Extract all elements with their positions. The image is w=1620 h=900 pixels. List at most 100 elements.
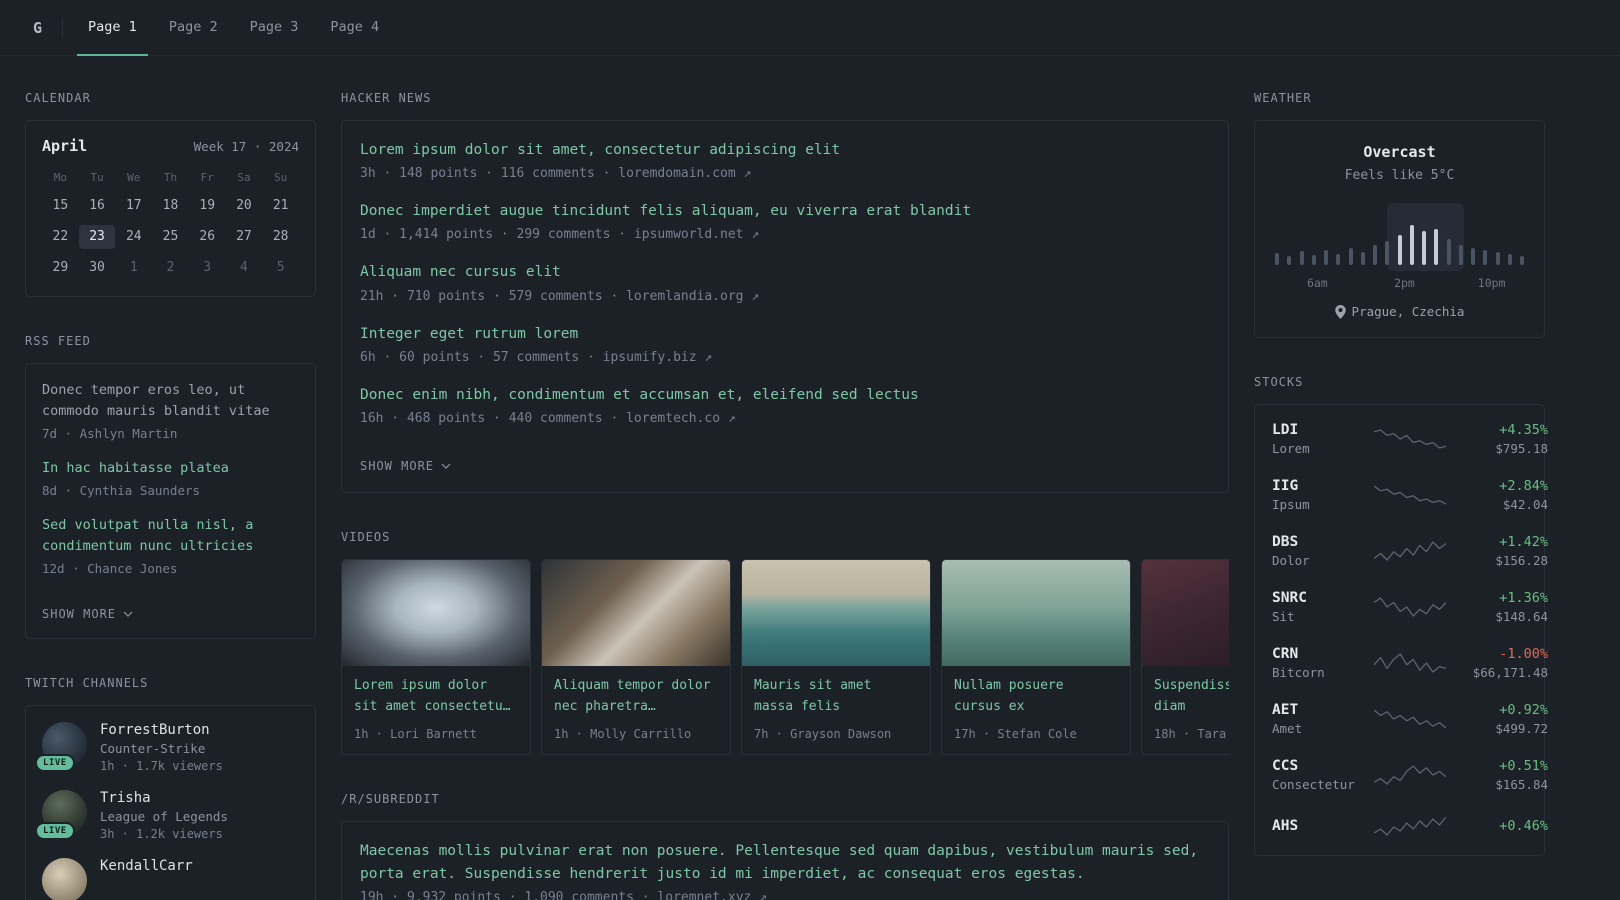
stock-row[interactable]: CRN Bitcorn -1.00% $66,171.48 bbox=[1255, 635, 1548, 691]
channel-game: Counter-Strike bbox=[100, 740, 206, 756]
video-title[interactable]: Lorem ipsum dolor sit amet consectetu… bbox=[354, 676, 518, 718]
video-title[interactable]: Suspendisse diam bbox=[1154, 676, 1229, 718]
calendar-day: 22 bbox=[52, 229, 69, 244]
hn-item-title[interactable]: Donec enim nibh, condimentum et accumsan… bbox=[360, 384, 1210, 407]
stock-identity: CRN Bitcorn bbox=[1272, 646, 1364, 680]
calendar-week-year: Week 17 · 2024 bbox=[193, 139, 299, 154]
twitch-section-title: TWITCH CHANNELS bbox=[25, 675, 149, 690]
rss-item-title[interactable]: Sed volutpat nulla nisl, a condimentum n… bbox=[42, 515, 299, 557]
twitch-channel-row[interactable]: KendallCarr bbox=[42, 857, 299, 900]
calendar-day: 3 bbox=[203, 260, 212, 275]
stock-price: $42.04 bbox=[1502, 497, 1548, 512]
rss-section: RSS FEED Donec tempor eros leo, ut commo… bbox=[25, 334, 316, 639]
subreddit-post: Maecenas mollis pulvinar erat non posuer… bbox=[360, 840, 1210, 900]
stock-row[interactable]: AHS +0.46% bbox=[1255, 803, 1548, 849]
twitch-channel-row[interactable]: LIVE Trisha League of Legends 3h · 1.2k … bbox=[35, 789, 299, 841]
stock-row[interactable]: LDI Lorem +4.35% $795.18 bbox=[1255, 411, 1548, 467]
hn-item-title[interactable]: Donec imperdiet augue tincidunt felis al… bbox=[360, 200, 1210, 223]
page-tab[interactable]: Page 4 bbox=[319, 0, 390, 56]
stocks-widget: LDI Lorem +4.35% $795.18 IIG Ipsum +2.84… bbox=[1254, 404, 1548, 856]
calendar-day-headers: Mo Tu We Th Fr Sa Su bbox=[42, 171, 299, 184]
stock-row[interactable]: DBS Dolor +1.42% $156.28 bbox=[1255, 523, 1548, 579]
stocks-section: STOCKS LDI Lorem +4.35% $795.18 IIG Ipsu… bbox=[1254, 375, 1548, 856]
video-thumbnail[interactable] bbox=[742, 559, 930, 666]
hn-item-source-link[interactable]: loremtech.co ↗ bbox=[626, 411, 736, 426]
video-thumbnail[interactable] bbox=[342, 559, 530, 666]
calendar-day: 28 bbox=[272, 229, 289, 244]
hn-show-more-button[interactable]: SHOW MORE bbox=[360, 459, 451, 473]
weather-bar bbox=[1409, 225, 1414, 265]
subreddit-post-source-link[interactable]: loremnet.xyz ↗ bbox=[657, 890, 767, 900]
avatar-wrap: LIVE bbox=[35, 721, 87, 772]
calendar-day: 20 bbox=[236, 198, 252, 213]
hn-item-stats: 3h · 148 points · 116 comments · bbox=[360, 166, 611, 182]
rss-item: In hac habitasse platea 8d · Cynthia Sau… bbox=[42, 458, 299, 498]
rss-item-title[interactable]: Donec tempor eros leo, ut commodo mauris… bbox=[42, 380, 299, 422]
weather-time-label: 10pm bbox=[1477, 276, 1506, 290]
subreddit-post-meta: 19h · 9,932 points · 1,090 comments · lo… bbox=[360, 890, 1210, 900]
stock-row[interactable]: AET Amet +0.92% $499.72 bbox=[1255, 691, 1548, 747]
right-column: WEATHER Overcast Feels like 5°C 9° bbox=[1254, 91, 1548, 893]
stock-values: +0.92% $499.72 bbox=[1456, 702, 1548, 736]
page-tab[interactable]: Page 2 bbox=[158, 0, 229, 56]
weather-bar bbox=[1495, 252, 1500, 265]
page-tab[interactable]: Page 3 bbox=[239, 0, 310, 56]
rss-section-title: RSS FEED bbox=[25, 334, 91, 348]
stock-ticker: AET bbox=[1272, 702, 1299, 718]
app-logo: G bbox=[33, 18, 43, 37]
show-more-label: SHOW MORE bbox=[360, 458, 435, 473]
stock-row[interactable]: CCS Consectetur +0.51% $165.84 bbox=[1255, 747, 1548, 803]
page-tab[interactable]: Page 1 bbox=[77, 0, 148, 56]
weather-bar bbox=[1422, 231, 1426, 265]
chevron-down-icon bbox=[441, 463, 451, 469]
stock-sparkline bbox=[1374, 816, 1446, 836]
channel-name: Trisha bbox=[100, 789, 151, 806]
channel-viewers: 1h · 1.7k viewers bbox=[100, 758, 223, 773]
hn-item: Lorem ipsum dolor sit amet, consectetur … bbox=[360, 139, 1210, 181]
rss-show-more-button[interactable]: SHOW MORE bbox=[42, 607, 133, 621]
rss-item-title[interactable]: In hac habitasse platea bbox=[42, 458, 299, 479]
chevron-down-icon bbox=[123, 611, 133, 617]
stock-ticker: DBS bbox=[1272, 534, 1299, 550]
hn-item: Aliquam nec cursus elit 21h · 710 points… bbox=[360, 261, 1210, 303]
stock-row[interactable]: SNRC Sit +1.36% $148.64 bbox=[1255, 579, 1548, 635]
video-thumbnail[interactable] bbox=[942, 559, 1130, 666]
hn-item-title[interactable]: Lorem ipsum dolor sit amet, consectetur … bbox=[360, 139, 1210, 162]
video-meta: 1h · Lori Barnett bbox=[354, 726, 477, 741]
left-column: CALENDAR April Week 17 · 2024 Mo Tu We T… bbox=[25, 91, 316, 900]
hn-item-title[interactable]: Integer eget rutrum lorem bbox=[360, 323, 1210, 346]
calendar-day-header: Th bbox=[163, 171, 178, 184]
rss-item-meta: 7d · Ashlyn Martin bbox=[42, 425, 178, 441]
weather-bar bbox=[1287, 256, 1292, 265]
calendar-day: 25 bbox=[162, 229, 179, 244]
weather-bar bbox=[1360, 252, 1365, 265]
stock-price: $165.84 bbox=[1495, 777, 1548, 792]
stock-row[interactable]: IIG Ipsum +2.84% $42.04 bbox=[1255, 467, 1548, 523]
calendar-day: 29 bbox=[52, 260, 69, 275]
video-meta: 18h · Tara bbox=[1154, 726, 1227, 741]
twitch-channel-row[interactable]: LIVE ForrestBurton Counter-Strike 1h · 1… bbox=[35, 721, 299, 773]
weather-bar bbox=[1483, 250, 1488, 265]
hn-item-source-link[interactable]: loremdomain.com ↗ bbox=[618, 166, 751, 181]
hn-item-source-link[interactable]: ipsumify.biz ↗ bbox=[603, 350, 713, 365]
stock-sparkline bbox=[1374, 429, 1446, 449]
weather-bar bbox=[1311, 255, 1316, 265]
calendar-day: 21 bbox=[272, 198, 289, 213]
hn-item-source-link[interactable]: loremlandia.org ↗ bbox=[626, 289, 759, 304]
subreddit-post-title[interactable]: Maecenas mollis pulvinar erat non posuer… bbox=[360, 840, 1210, 886]
hn-item: Donec enim nibh, condimentum et accumsan… bbox=[360, 384, 1210, 426]
video-card: Nullam posuere cursus ex 17h · Stefan Co… bbox=[941, 558, 1131, 755]
hn-item-title[interactable]: Aliquam nec cursus elit bbox=[360, 261, 1210, 284]
video-thumbnail[interactable] bbox=[1142, 559, 1229, 666]
stock-identity: LDI Lorem bbox=[1272, 422, 1364, 456]
hn-item-source-link[interactable]: ipsumworld.net ↗ bbox=[634, 227, 759, 242]
stock-price: $148.64 bbox=[1495, 609, 1548, 624]
video-title[interactable]: Mauris sit amet massa felis bbox=[754, 676, 918, 718]
calendar-day: 23 bbox=[78, 225, 116, 249]
video-thumbnail[interactable] bbox=[542, 559, 730, 666]
video-title[interactable]: Aliquam tempor dolor nec pharetra… bbox=[554, 676, 718, 718]
video-title[interactable]: Nullam posuere cursus ex bbox=[954, 676, 1118, 718]
video-body: Aliquam tempor dolor nec pharetra… 1h · … bbox=[542, 666, 730, 754]
video-card: Aliquam tempor dolor nec pharetra… 1h · … bbox=[541, 558, 731, 755]
weather-bar bbox=[1299, 251, 1304, 265]
